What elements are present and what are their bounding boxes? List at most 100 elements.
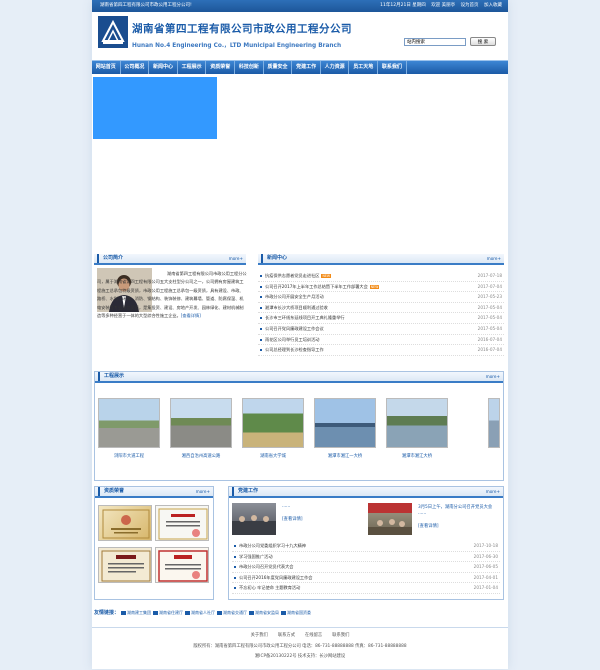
party-item[interactable]: 学习强国推广活动 2017-06-30 [232, 552, 500, 563]
friend-link[interactable]: 湖南省国资委 [281, 610, 311, 615]
party-item-title[interactable]: 公司召开2016年度党风廉政建设工作会 [239, 573, 312, 583]
search-input[interactable] [404, 38, 466, 46]
honor-certificate[interactable] [98, 505, 152, 541]
party-feature-image[interactable] [232, 503, 276, 535]
party-feature-image[interactable] [368, 503, 412, 535]
project-caption[interactable]: 湘西自治州高速公路 [170, 453, 232, 459]
nav-item[interactable]: 人力资源 [321, 61, 350, 74]
company-logo[interactable] [98, 16, 128, 48]
news-item-title[interactable]: 抗疫保供志愿者党员走进社区 NEW [265, 271, 332, 281]
news-item[interactable]: 公司总经理到长沙检查指导工作 2016-07-04 [258, 345, 504, 356]
news-item-title[interactable]: 公司总经理到长沙检查指导工作 [265, 345, 324, 355]
party-item[interactable]: 市政分公司召开党员代表大会 2017-06-05 [232, 562, 500, 573]
search-button[interactable]: 搜 索 [470, 37, 496, 46]
party-feature-more[interactable]: [查看详情] [418, 523, 439, 529]
news-item-title[interactable]: 雨花区公司举行员工培训活动 [265, 335, 319, 345]
project-caption[interactable]: 湖南省大学城 [242, 453, 304, 459]
honors-more-link[interactable]: more+ [196, 487, 210, 496]
project-caption[interactable]: 湘潭市湘江大桥 [386, 453, 448, 459]
news-item-date: 2017-07-18 [477, 273, 502, 278]
news-more-link[interactable]: more+ [487, 254, 501, 263]
party-item-title[interactable]: 市政分公司召开党员代表大会 [239, 562, 293, 572]
project-image[interactable] [488, 398, 500, 448]
nav-item[interactable]: 新闻中心 [149, 61, 178, 74]
news-item[interactable]: 长沙市三环线东延线项目开工典礼隆重举行 2017-05-04 [258, 313, 504, 324]
news-item-title[interactable]: 公司召开党风廉政建设工作会议 [265, 324, 324, 334]
nav-item[interactable]: 科技创新 [235, 61, 264, 74]
bullet-icon [234, 545, 236, 547]
top-bar-right: 11年12月21日 星期四 欢迎 美丽亭 设为首页 加入收藏 [376, 0, 502, 12]
projects-more-link[interactable]: more+ [486, 372, 500, 381]
nav-item[interactable]: 网站首页 [92, 61, 121, 74]
party-item[interactable]: 不忘初心 牢记使命 主题教育活动 2017-01-04 [232, 583, 500, 594]
footer-link[interactable]: 关于我们 [251, 633, 268, 638]
party-item-title[interactable]: 学习强国推广活动 [239, 552, 273, 562]
honors-title: 资质荣誉 [98, 487, 124, 496]
project-caption[interactable]: 浏阳市大道工程 [98, 453, 160, 459]
friend-links: 友情链接： 湖南建工集团 湖南省住建厅 湖南省人社厅 湖南省交通厅 湖南省安监局 湖南省国资… [94, 609, 311, 616]
news-item[interactable]: 公司召开2017年上半年工作总结暨下半年工作部署大会 NEW 2017-07-04 [258, 282, 504, 293]
nav-item[interactable]: 员工天地 [349, 61, 379, 74]
project-item[interactable]: 湖南省大学城 [242, 398, 304, 459]
news-item-title[interactable]: 市政分公司开展安全生产月活动 [265, 292, 324, 302]
news-item[interactable]: 湘潭市长沙大桥项目顺利通过验收 2017-05-04 [258, 303, 504, 314]
footer-link[interactable]: 联系我们 [332, 633, 349, 638]
friend-link[interactable]: 湖南建工集团 [121, 610, 151, 615]
news-item[interactable]: 公司召开党风廉政建设工作会议 2017-05-04 [258, 324, 504, 335]
bullet-icon [234, 566, 236, 569]
nav-item[interactable]: 质量安全 [264, 61, 293, 74]
party-more-link[interactable]: more+ [486, 487, 500, 496]
project-item[interactable]: 湘西自治州高速公路 [170, 398, 232, 459]
friend-link[interactable]: 湖南省交通厅 [217, 610, 247, 615]
news-item[interactable]: 雨花区公司举行员工培训活动 2016-07-04 [258, 335, 504, 346]
intro-more-link[interactable]: more+ [229, 254, 243, 263]
party-feature-title[interactable]: ······ [282, 505, 290, 510]
news-item-title[interactable]: 长沙市三环线东延线项目开工典礼隆重举行 [265, 313, 345, 323]
bullet-icon [260, 317, 262, 320]
nav-item[interactable]: 工程展示 [178, 61, 207, 74]
project-image[interactable] [170, 398, 232, 448]
nav-item[interactable]: 资质荣誉 [206, 61, 236, 74]
party-item[interactable]: 市政分公司党委组织学习十九大精神 2017-10-18 [232, 541, 500, 552]
set-home-link[interactable]: 设为首页 [461, 3, 479, 8]
friend-link[interactable]: 湖南省住建厅 [153, 610, 183, 615]
footer: 关于我们 联系方式 在线留言 联系我们 版权所有：湖南省第四工程有限公司市政公用工程分… [92, 627, 508, 670]
news-item[interactable]: 抗疫保供志愿者党员走进社区 NEW 2017-07-18 [258, 271, 504, 282]
nav-item[interactable]: 联系我们 [378, 61, 407, 74]
news-item-title[interactable]: 湘潭市长沙大桥项目顺利通过验收 [265, 303, 328, 313]
nav-item[interactable]: 公司概况 [121, 61, 150, 74]
project-image[interactable] [242, 398, 304, 448]
intro-detail-link[interactable]: [查看详情] [181, 313, 201, 318]
intro-text: 湖南省第四工程有限公司市政公用工程分公司，属于湖南省第四工程有限公司五大支柱型分… [97, 271, 247, 319]
honor-certificate[interactable] [98, 547, 152, 583]
news-item-date: 2017-05-23 [477, 294, 502, 300]
party-feature-more[interactable]: [查看详情] [282, 516, 303, 522]
news-item[interactable]: 市政分公司开展安全生产月活动 2017-05-23 [258, 292, 504, 303]
friend-link[interactable]: 湖南省安监局 [249, 610, 279, 615]
project-caption[interactable]: 湘潭市湘江一大桥 [314, 453, 376, 459]
project-image[interactable] [314, 398, 376, 448]
honor-certificate[interactable] [155, 505, 209, 541]
project-image[interactable] [98, 398, 160, 448]
project-item[interactable]: 浏阳市大道工程 [98, 398, 160, 459]
welcome-text: 湖南省第四工程有限公司市政公用工程分公司! [100, 3, 192, 8]
nav-item[interactable]: 党建工作 [292, 61, 321, 74]
add-favorite-link[interactable]: 加入收藏 [484, 3, 502, 8]
project-item[interactable]: 湘潭市湘江大桥 [386, 398, 448, 459]
party-item-date: 2017-06-30 [473, 553, 498, 559]
party-item[interactable]: 公司召开2016年度党风廉政建设工作会 2017-04-01 [232, 573, 500, 584]
projects-title: 工程展示 [98, 372, 124, 381]
project-item[interactable]: 湘潭市湘江一大桥 [314, 398, 376, 459]
friend-link[interactable]: 湖南省人社厅 [185, 610, 215, 615]
party-feature-title[interactable]: 3月5日上午，湖南分公司召开党员大会······ [418, 504, 498, 518]
footer-link[interactable]: 在线留言 [305, 633, 322, 638]
party-item-title[interactable]: 不忘初心 牢记使命 主题教育活动 [239, 583, 300, 593]
honor-certificate[interactable] [155, 547, 209, 583]
project-image[interactable] [386, 398, 448, 448]
footer-link[interactable]: 联系方式 [278, 633, 295, 638]
company-english-name: Hunan No.4 Engineering Co.，LTD Municipal… [132, 43, 342, 49]
party-item-title[interactable]: 市政分公司党委组织学习十九大精神 [239, 541, 306, 551]
news-item-date: 2017-05-04 [477, 315, 502, 321]
bullet-icon [260, 338, 262, 341]
news-item-title[interactable]: 公司召开2017年上半年工作总结暨下半年工作部署大会 NEW [265, 282, 380, 292]
